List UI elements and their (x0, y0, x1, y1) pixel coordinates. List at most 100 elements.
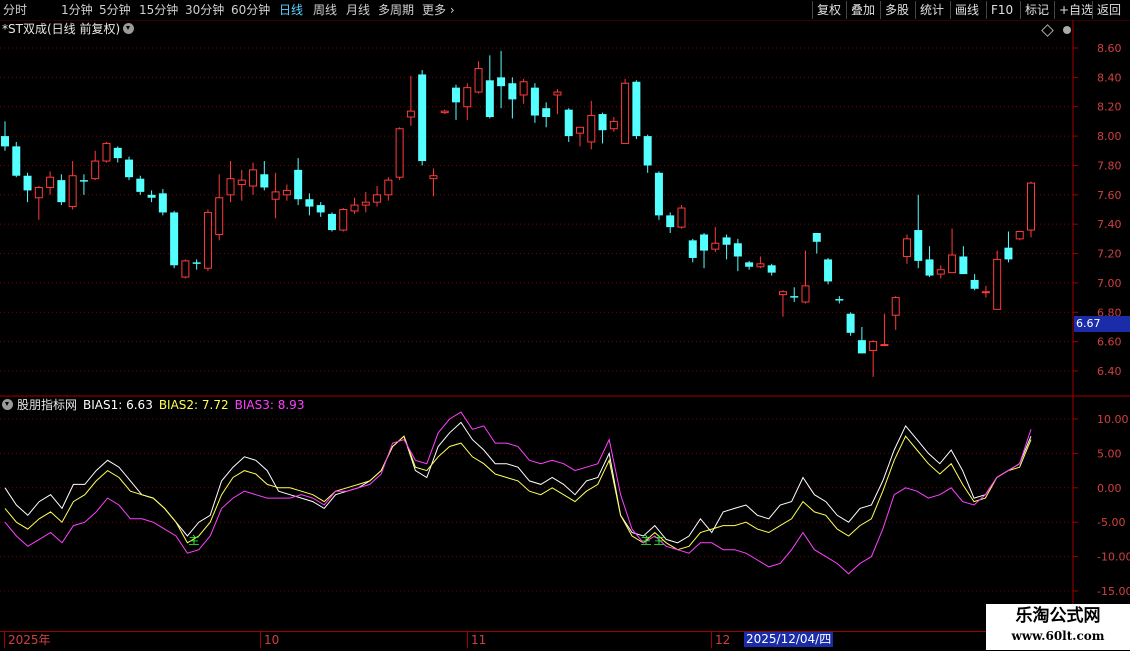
candle-body (260, 174, 269, 188)
candle-body (440, 110, 449, 114)
candle-body (170, 212, 179, 266)
candle-body (125, 159, 134, 178)
candle-body (203, 211, 212, 269)
candle-body (609, 120, 618, 130)
bias-tick-label: -10.00 (1097, 551, 1130, 564)
bias-line-1 (4, 421, 1032, 544)
candle-body (46, 176, 55, 188)
candle-body (812, 232, 821, 242)
candle-body (136, 178, 145, 192)
bias-tick-label: 0.00 (1097, 482, 1122, 495)
candle-body (530, 87, 539, 116)
candle-body (418, 74, 427, 162)
candle-body (1015, 231, 1024, 240)
candle-body (869, 341, 878, 351)
cursor-date-label: 2025/12/04/四 (744, 632, 834, 647)
candle-body (553, 91, 562, 96)
candle-body (880, 344, 889, 347)
candle-body (305, 199, 314, 207)
candle-body (1, 136, 9, 147)
candle-body (677, 207, 686, 228)
signal-marker: 主 (641, 534, 652, 547)
candle-body (429, 175, 438, 180)
price-tick-label: 7.00 (1097, 277, 1122, 290)
candle-body (327, 213, 336, 231)
price-tick-label: 6.40 (1097, 365, 1122, 378)
candle-body (237, 179, 246, 186)
candle-body (57, 180, 66, 203)
watermark: 乐淘公式网 www.60lt.com (986, 604, 1130, 650)
candle-body (902, 238, 911, 257)
candle-body (643, 136, 652, 166)
candle-body (271, 191, 280, 200)
watermark-title: 乐淘公式网 (1015, 606, 1101, 626)
candle-body (316, 205, 325, 213)
candle-body (91, 160, 100, 180)
candle-body (891, 297, 900, 316)
candle-body (824, 259, 833, 282)
candle-body (970, 279, 979, 289)
candle-body (959, 256, 968, 275)
candle-body (474, 68, 483, 93)
candle-body (733, 243, 742, 257)
candle-body (756, 263, 765, 268)
price-tick-label: 8.20 (1097, 101, 1122, 114)
candle-body (181, 260, 190, 278)
candle-body (925, 259, 934, 276)
candle-body (34, 186, 43, 199)
candle-body (688, 240, 697, 258)
candle-body (700, 234, 709, 251)
time-axis: 2025年 10 11 12 (0, 631, 1130, 651)
candle-body (23, 175, 32, 191)
candle-body (508, 83, 517, 100)
price-tick-label: 8.40 (1097, 71, 1122, 84)
candle-body (722, 237, 731, 245)
candle-body (102, 142, 111, 162)
candle-body (395, 128, 404, 178)
signal-marker: 主 (654, 534, 665, 547)
candle-body (632, 81, 641, 137)
bias-tick-label: -5.00 (1097, 516, 1125, 529)
candle-body (485, 80, 494, 118)
candle-body (519, 81, 528, 96)
candle-body (68, 175, 77, 208)
price-tick-label: 7.40 (1097, 218, 1122, 231)
candle-body (1004, 247, 1013, 260)
candle-body (147, 194, 156, 198)
candle-body (598, 114, 607, 131)
candle-body (350, 204, 359, 212)
bias-tick-label: 10.00 (1097, 413, 1129, 426)
candle-body (801, 285, 810, 303)
candle-body (993, 258, 1002, 310)
candle-body (846, 313, 855, 333)
candle-body (857, 340, 866, 354)
price-tick-label: 7.20 (1097, 248, 1122, 261)
candle-body (778, 291, 787, 296)
candle-body (113, 147, 122, 159)
candle-body (226, 178, 235, 196)
candle-body (576, 126, 585, 134)
time-label: 2025年 (4, 632, 51, 648)
signal-marker: 主 (189, 534, 200, 547)
candle-body (497, 77, 506, 87)
candle-body (790, 296, 799, 298)
price-tick-label: 7.60 (1097, 189, 1122, 202)
price-tick-label: 8.60 (1097, 42, 1122, 55)
candle-body (587, 115, 596, 143)
watermark-url: www.60lt.com (1011, 629, 1105, 643)
candle-body (463, 87, 472, 108)
chart-canvas[interactable]: 8.608.408.208.007.807.607.407.207.006.80… (0, 0, 1130, 650)
candle-body (294, 169, 303, 200)
candle-body (12, 146, 21, 176)
price-tick-label: 8.00 (1097, 130, 1122, 143)
candle-body (339, 209, 348, 231)
time-label: 11 (467, 632, 486, 648)
candle-body (192, 262, 201, 264)
candle-body (361, 201, 370, 206)
time-label: 10 (260, 632, 279, 648)
candle-body (373, 194, 382, 203)
candle-body (79, 180, 88, 182)
candle-body (666, 215, 675, 228)
candle-body (542, 108, 551, 118)
candle-body (621, 82, 630, 144)
